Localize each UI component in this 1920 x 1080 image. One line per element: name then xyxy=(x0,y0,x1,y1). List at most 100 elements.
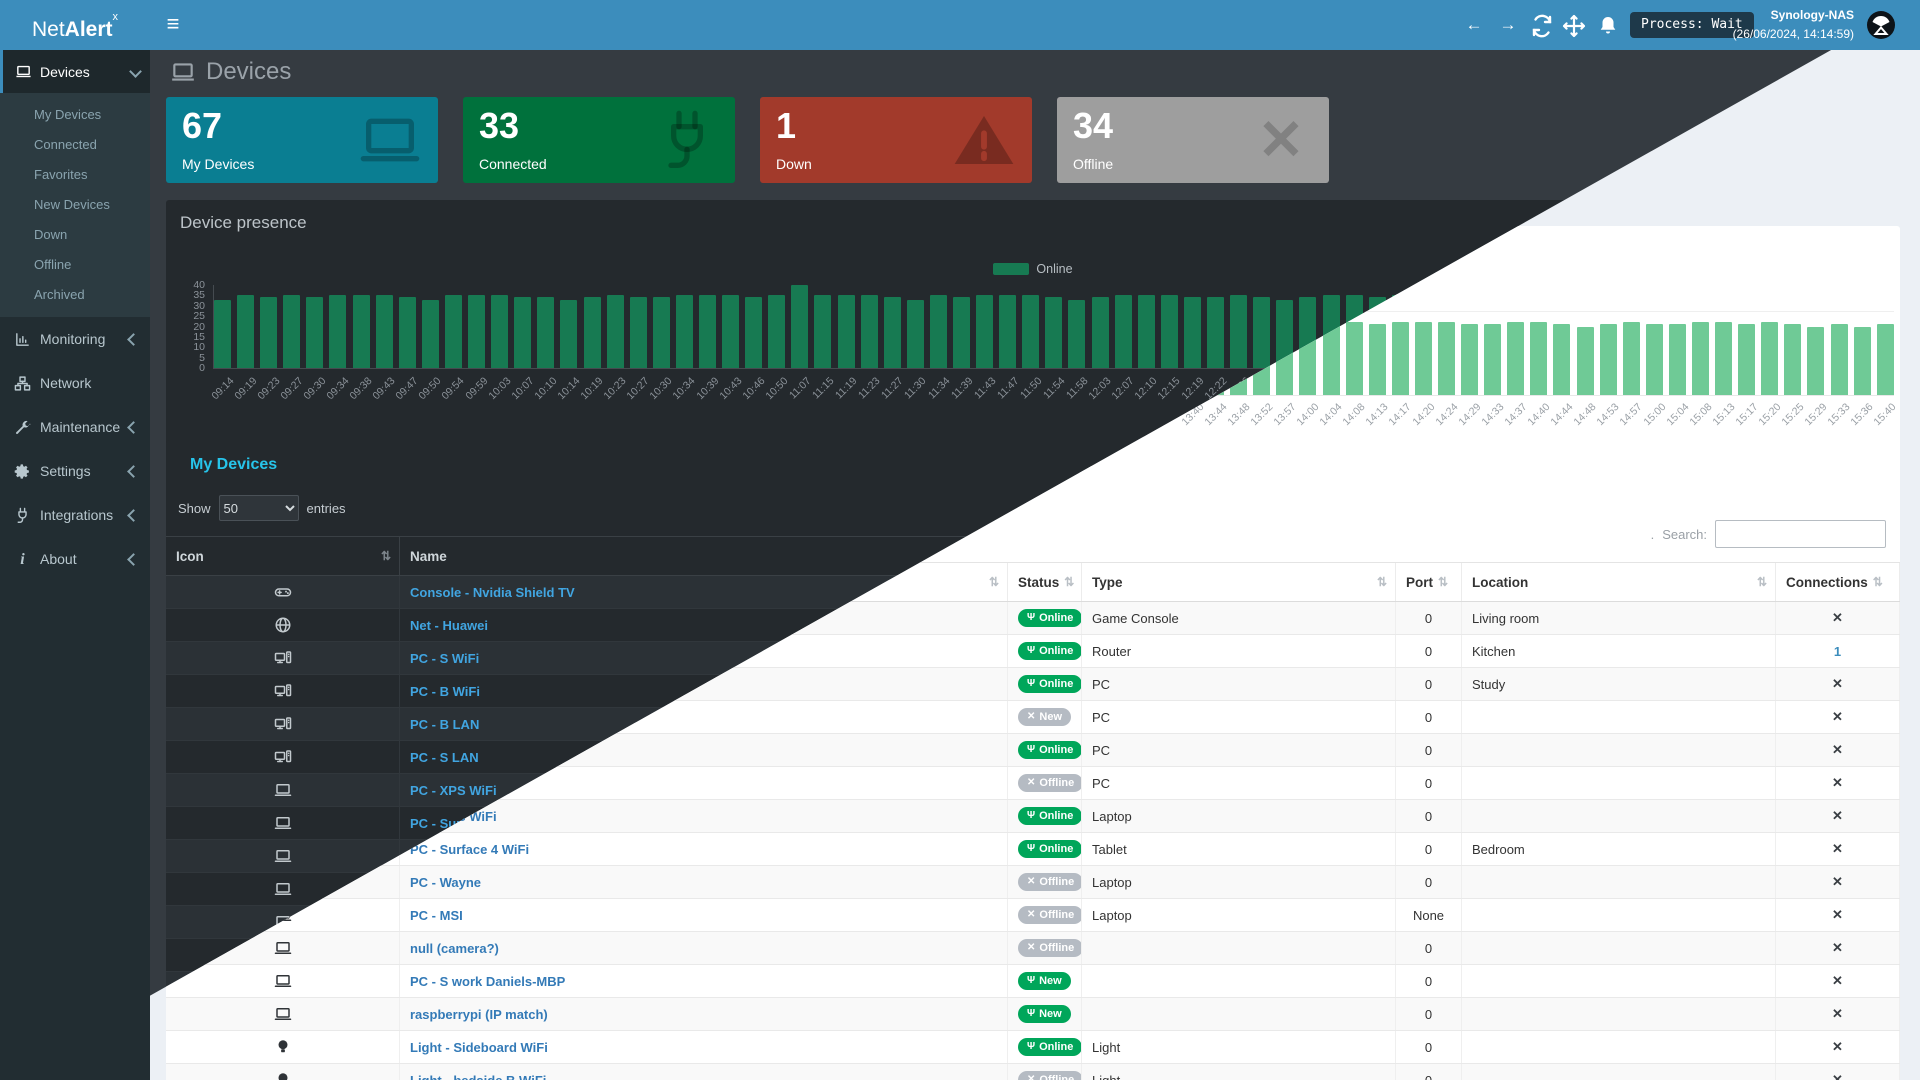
sort-icon[interactable]: ⇅ xyxy=(989,575,999,589)
status-badge[interactable]: ✕Offline xyxy=(1018,873,1082,891)
chart-bar[interactable] xyxy=(1253,297,1270,368)
stat-card-connected[interactable]: 33Connected xyxy=(463,97,735,183)
status-badge[interactable]: ΨOnline xyxy=(1018,642,1082,660)
status-badge[interactable]: ✕Offline xyxy=(1018,774,1082,792)
stat-card-down[interactable]: 1Down xyxy=(760,97,1032,183)
chart-bar[interactable] xyxy=(653,297,670,368)
column-header-location[interactable]: Location⇅ xyxy=(1462,563,1776,601)
chart-bar[interactable] xyxy=(514,297,531,368)
chart-bar[interactable] xyxy=(1161,295,1178,368)
connections-count-link[interactable]: 1 xyxy=(1834,644,1841,659)
chart-bar[interactable] xyxy=(1877,324,1894,395)
chart-bar[interactable] xyxy=(838,295,855,368)
chart-bar[interactable] xyxy=(1207,297,1224,368)
chart-bar[interactable] xyxy=(1715,322,1732,395)
chart-bar[interactable] xyxy=(1346,322,1363,395)
chart-bar[interactable] xyxy=(1692,322,1709,395)
status-badge[interactable]: ✕Offline xyxy=(1018,1071,1082,1080)
column-header-connections[interactable]: Connections⇅ xyxy=(1776,563,1900,601)
sort-icon[interactable]: ⇅ xyxy=(381,549,391,563)
chart-bar[interactable] xyxy=(953,297,970,368)
status-badge[interactable]: ΨOnline xyxy=(1018,675,1082,693)
chart-bar[interactable] xyxy=(1461,324,1478,395)
device-name-link[interactable]: Console - Nvidia Shield TV xyxy=(410,585,575,600)
sidebar-item-network[interactable]: Network xyxy=(0,361,150,405)
connections-clear-icon[interactable]: ✕ xyxy=(1832,808,1843,824)
chart-bar[interactable] xyxy=(607,295,624,368)
notifications-bell-icon[interactable] xyxy=(1596,14,1620,36)
status-badge[interactable]: ✕Offline xyxy=(1018,939,1082,957)
sidebar-item-new-devices[interactable]: New Devices xyxy=(0,190,150,220)
chart-bar[interactable] xyxy=(353,295,370,368)
status-badge[interactable]: ✕Offline xyxy=(1018,906,1082,924)
device-name-link[interactable]: PC - B LAN xyxy=(410,717,479,732)
connections-clear-icon[interactable]: ✕ xyxy=(1832,1006,1843,1022)
sort-icon[interactable]: ⇅ xyxy=(1757,575,1767,589)
page-length-select[interactable]: 50 xyxy=(219,495,299,521)
nav-back-icon[interactable]: ← xyxy=(1462,14,1486,36)
user-avatar[interactable] xyxy=(1866,10,1896,40)
chart-bar[interactable] xyxy=(699,295,716,368)
status-badge[interactable]: ✕New xyxy=(1018,708,1071,726)
chart-bar[interactable] xyxy=(1761,322,1778,395)
chart-bar[interactable] xyxy=(1831,324,1848,395)
sidebar-item-favorites[interactable]: Favorites xyxy=(0,160,150,190)
connections-clear-icon[interactable]: ✕ xyxy=(1832,775,1843,791)
status-badge[interactable]: ΨOnline xyxy=(1018,741,1082,759)
status-badge[interactable]: ΨOnline xyxy=(1018,840,1082,858)
chart-bar[interactable] xyxy=(584,297,601,368)
search-input[interactable] xyxy=(1715,520,1886,548)
status-badge[interactable]: ΨNew xyxy=(1018,1005,1071,1023)
chart-bar[interactable] xyxy=(1045,297,1062,368)
chart-bar[interactable] xyxy=(1623,322,1640,395)
chart-bar[interactable] xyxy=(1230,295,1247,368)
device-name-link[interactable]: PC - XPS WiFi xyxy=(410,783,497,798)
chart-bar[interactable] xyxy=(791,285,808,368)
chart-bar[interactable] xyxy=(930,295,947,368)
chart-bar[interactable] xyxy=(1484,324,1501,395)
connections-clear-icon[interactable]: ✕ xyxy=(1832,676,1843,692)
sidebar-item-my-devices[interactable]: My Devices xyxy=(0,100,150,130)
column-header-type[interactable]: Type⇅ xyxy=(1082,563,1396,601)
chart-bar[interactable] xyxy=(1068,300,1085,368)
device-name-link[interactable]: PC - Surface 4 WiFi xyxy=(410,842,529,857)
refresh-icon[interactable] xyxy=(1530,14,1554,36)
chart-bar[interactable] xyxy=(814,295,831,368)
chart-bar[interactable] xyxy=(745,297,762,368)
chart-bar[interactable] xyxy=(1854,327,1871,395)
device-name-link[interactable]: PC - S WiFi xyxy=(410,651,479,666)
stat-card-offline[interactable]: 34Offline✕ xyxy=(1057,97,1329,183)
sidebar-item-offline[interactable]: Offline xyxy=(0,250,150,280)
connections-clear-icon[interactable]: ✕ xyxy=(1832,874,1843,890)
sidebar-item-integrations[interactable]: Integrations xyxy=(0,493,150,537)
device-name-link[interactable]: PC - MSI xyxy=(410,908,463,923)
device-name-link[interactable]: Light - Sideboard WiFi xyxy=(410,1040,548,1055)
chart-bar[interactable] xyxy=(214,300,231,368)
chart-bar[interactable] xyxy=(468,295,485,368)
chart-bar[interactable] xyxy=(976,295,993,368)
chart-bar[interactable] xyxy=(884,297,901,368)
chart-bar[interactable] xyxy=(1646,324,1663,395)
connections-clear-icon[interactable]: ✕ xyxy=(1832,610,1843,626)
chart-bar[interactable] xyxy=(1577,327,1594,395)
connections-clear-icon[interactable]: ✕ xyxy=(1832,1072,1843,1080)
connections-clear-icon[interactable]: ✕ xyxy=(1832,742,1843,758)
column-header-status[interactable]: Status⇅ xyxy=(1008,563,1082,601)
sort-icon[interactable]: ⇅ xyxy=(1873,575,1883,589)
sidebar-item-maintenance[interactable]: Maintenance xyxy=(0,405,150,449)
chart-bar[interactable] xyxy=(676,295,693,368)
chart-bar[interactable] xyxy=(260,297,277,368)
chart-bar[interactable] xyxy=(537,297,554,368)
chart-bar[interactable] xyxy=(1807,327,1824,395)
chart-bar[interactable] xyxy=(768,295,785,368)
connections-clear-icon[interactable]: ✕ xyxy=(1832,940,1843,956)
chart-bar[interactable] xyxy=(630,297,647,368)
chart-bar[interactable] xyxy=(907,300,924,368)
move-resize-icon[interactable] xyxy=(1562,14,1586,36)
chart-bar[interactable] xyxy=(1092,297,1109,368)
connections-clear-icon[interactable]: ✕ xyxy=(1832,973,1843,989)
connections-clear-icon[interactable]: ✕ xyxy=(1832,1039,1843,1055)
device-name-link[interactable]: PC - Wayne xyxy=(410,875,481,890)
chart-bar[interactable] xyxy=(1115,295,1132,368)
sidebar-item-down[interactable]: Down xyxy=(0,220,150,250)
